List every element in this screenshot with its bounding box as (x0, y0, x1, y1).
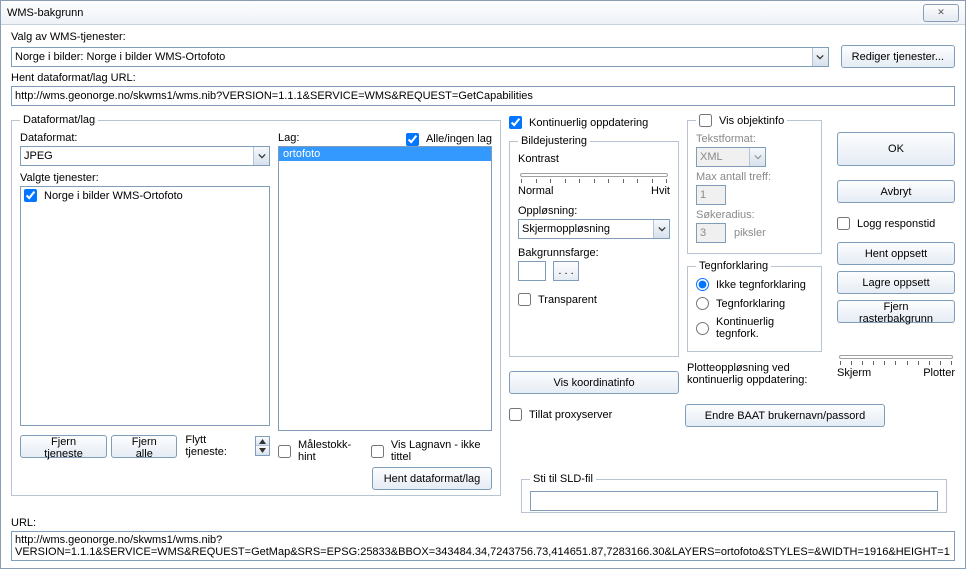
avbryt-button[interactable]: Avbryt (837, 180, 955, 203)
objektinfo-group: Vis objektinfo Tekstformat: Max antall t… (687, 114, 822, 254)
dialog-content: Valg av WMS-tjenester: Rediger tjenester… (1, 25, 965, 500)
radius-input (696, 223, 726, 243)
sld-legend: Sti til SLD-fil (530, 473, 596, 485)
selected-services-label: Valgte tjenester: (20, 172, 270, 184)
radius-unit: piksler (734, 227, 766, 239)
dataformat-legend: Dataformat/lag (20, 114, 98, 126)
remove-service-button[interactable]: Fjern tjeneste (20, 435, 107, 458)
plotter-label: Plotter (923, 367, 955, 379)
url-label: Hent dataformat/lag URL: (11, 72, 955, 84)
format-select[interactable] (20, 146, 270, 166)
move-service-spinner[interactable] (255, 436, 270, 456)
fetch-dataformat-button[interactable]: Hent dataformat/lag (372, 467, 492, 490)
transparent-checkbox[interactable] (518, 293, 531, 306)
proxy-label: Tillat proxyserver (529, 409, 612, 421)
bgcolor-label: Bakgrunnsfarge: (518, 247, 670, 259)
service-name: Norge i bilder WMS-Ortofoto (44, 190, 183, 202)
services-label: Valg av WMS-tjenester: (11, 31, 955, 43)
opplosning-select[interactable] (518, 219, 670, 239)
move-service-label: Flytt tjeneste: (185, 434, 249, 458)
tekstformat-select (696, 147, 766, 167)
capabilities-url-input[interactable] (11, 86, 955, 106)
scalehint-checkbox[interactable] (278, 445, 291, 458)
bildejustering-group: Bildejustering Kontrast Normal Hvit Oppl… (509, 135, 679, 357)
ok-button[interactable]: OK (837, 132, 955, 166)
plotopplosning-label: Plotteoppløsning ved kontinuerlig oppdat… (687, 362, 822, 386)
bgcolor-swatch[interactable] (518, 261, 546, 281)
normal-label: Normal (518, 185, 553, 197)
tegn-radio-cont[interactable] (696, 322, 709, 335)
maxtreff-input (696, 185, 726, 205)
remove-all-button[interactable]: Fjern alle (111, 435, 177, 458)
continuous-checkbox[interactable] (509, 116, 522, 129)
titlebar: WMS-bakgrunn ✕ (1, 1, 965, 25)
visobjekt-label: Vis objektinfo (719, 115, 784, 127)
sld-path-input[interactable] (530, 491, 938, 511)
transparent-label: Transparent (538, 294, 597, 306)
hent-oppsett-button[interactable]: Hent oppsett (837, 242, 955, 265)
wms-dialog: WMS-bakgrunn ✕ Valg av WMS-tjenester: Re… (0, 0, 966, 569)
format-label: Dataformat: (20, 132, 270, 144)
sld-group: Sti til SLD-fil (521, 473, 947, 513)
baat-button[interactable]: Endre BAAT brukernavn/passord (685, 404, 885, 427)
layername-label: Vis Lagnavn - ikke tittel (391, 439, 492, 463)
layer-label: Lag: (278, 132, 299, 144)
scalehint-label: Målestokk-hint (298, 439, 361, 463)
hvit-label: Hvit (651, 185, 670, 197)
bilde-legend: Bildejustering (518, 135, 590, 147)
selected-services-list[interactable]: Norge i bilder WMS-Ortofoto (20, 186, 270, 426)
radius-label: Søkeradius: (696, 209, 813, 221)
tegn-radio-yes[interactable] (696, 297, 709, 310)
list-item[interactable]: Norge i bilder WMS-Ortofoto (21, 187, 269, 204)
vis-koordinat-button[interactable]: Vis koordinatinfo (509, 371, 679, 394)
proxy-checkbox[interactable] (509, 408, 522, 421)
logg-checkbox[interactable] (837, 217, 850, 230)
plot-slider[interactable] (837, 355, 955, 359)
tegn-radio-none[interactable] (696, 278, 709, 291)
tegn-legend: Tegnforklaring (696, 260, 771, 272)
edit-services-button[interactable]: Rediger tjenester... (841, 45, 955, 68)
bottom-url-label: URL: (11, 517, 955, 529)
visobjekt-checkbox[interactable] (699, 114, 712, 127)
service-select[interactable] (11, 47, 829, 67)
opplosning-label: Oppløsning: (518, 205, 670, 217)
fjern-raster-button[interactable]: Fjern rasterbakgrunn (837, 300, 955, 323)
dataformat-group: Dataformat/lag Dataformat: Valgte tjenes… (11, 114, 501, 496)
tegn-opt1: Tegnforklaring (716, 298, 785, 310)
kontrast-label: Kontrast (518, 153, 670, 165)
close-icon: ✕ (937, 7, 945, 18)
tegn-opt0: Ikke tegnforklaring (716, 279, 806, 291)
close-button[interactable]: ✕ (923, 4, 959, 22)
kontrast-slider[interactable] (518, 167, 670, 177)
layername-checkbox[interactable] (371, 445, 384, 458)
spinner-up-icon[interactable] (256, 437, 269, 446)
layers-list[interactable]: ortofoto (278, 146, 492, 431)
allnone-label: Alle/ingen lag (426, 133, 492, 145)
continuous-label: Kontinuerlig oppdatering (529, 117, 648, 129)
service-checkbox[interactable] (24, 189, 37, 202)
skjerm-label: Skjerm (837, 367, 871, 379)
lagre-oppsett-button[interactable]: Lagre oppsett (837, 271, 955, 294)
tekstformat-label: Tekstformat: (696, 133, 813, 145)
spinner-down-icon[interactable] (256, 446, 269, 455)
list-item[interactable]: ortofoto (279, 147, 491, 161)
logg-label: Logg responstid (857, 218, 935, 230)
tegn-opt2: Kontinuerlig tegnfork. (716, 316, 813, 340)
allnone-checkbox[interactable] (406, 133, 419, 146)
getmap-url-textarea[interactable] (11, 531, 955, 561)
bgcolor-picker-button[interactable]: . . . (553, 261, 579, 281)
maxtreff-label: Max antall treff: (696, 171, 813, 183)
tegnforklaring-group: Tegnforklaring Ikke tegnforklaring Tegnf… (687, 260, 822, 352)
window-title: WMS-bakgrunn (7, 7, 83, 19)
